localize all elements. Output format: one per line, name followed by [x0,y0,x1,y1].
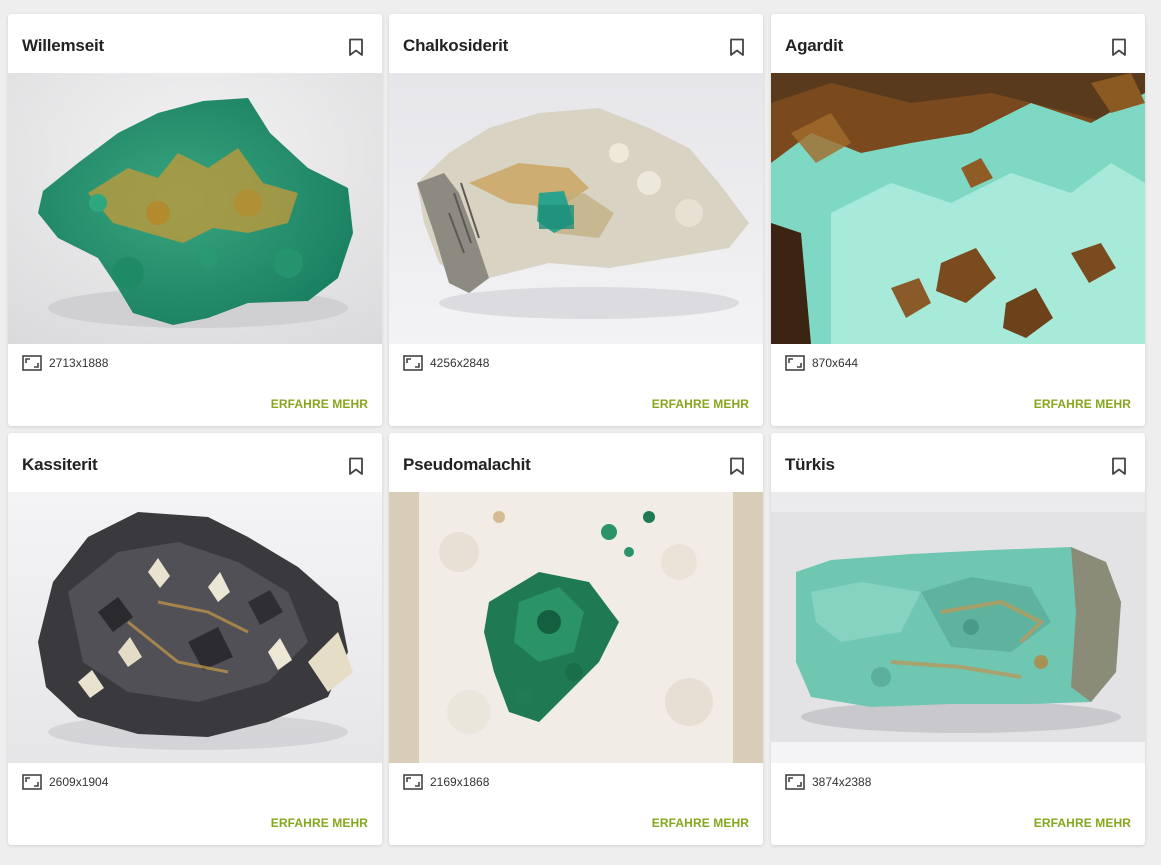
image-dimensions: 3874x2388 [785,773,871,791]
card-header: Agardit [771,14,1145,73]
mineral-card[interactable]: Kassiterit 2609x1904 ERFAHRE MEHR [8,433,382,845]
image-size-icon [785,355,805,371]
image-size-icon [22,774,42,790]
card-title: Willemseit [22,36,104,55]
image-dimensions: 2609x1904 [22,773,108,791]
mineral-card-grid: Willemseit 2713x1888 ERFAHRE MEHR Chalko… [0,0,1161,865]
image-dimensions: 2713x1888 [22,354,108,372]
mineral-image[interactable] [389,492,763,763]
mineral-photo [389,73,763,344]
card-title: Kassiterit [22,455,98,474]
image-size-icon [785,774,805,790]
image-dimensions: 870x644 [785,354,858,372]
mineral-image[interactable] [771,492,1145,763]
image-size-icon [403,355,423,371]
mineral-image[interactable] [771,73,1145,344]
mineral-photo [771,492,1145,763]
mineral-card[interactable]: Türkis 3874x2388 ERFAHRE MEHR [771,433,1145,845]
card-title: Agardit [785,36,844,55]
mineral-image[interactable] [389,73,763,344]
mineral-image[interactable] [8,492,382,763]
dimension-text: 4256x2848 [430,356,490,370]
learn-more-link[interactable]: ERFAHRE MEHR [1034,397,1131,411]
mineral-card[interactable]: Agardit 870x644 ERFAHRE MEHR [771,14,1145,426]
bookmark-icon[interactable] [729,457,745,476]
image-dimensions: 4256x2848 [403,354,489,372]
card-title: Türkis [785,455,835,474]
learn-more-link[interactable]: ERFAHRE MEHR [652,397,749,411]
mineral-image[interactable] [8,73,382,344]
card-header: Türkis [771,433,1145,492]
dimension-text: 2609x1904 [49,775,109,789]
card-title: Pseudomalachit [403,455,531,474]
bookmark-icon[interactable] [348,457,364,476]
mineral-photo [8,492,382,763]
mineral-card[interactable]: Willemseit 2713x1888 ERFAHRE MEHR [8,14,382,426]
bookmark-icon[interactable] [1111,457,1127,476]
card-header: Chalkosiderit [389,14,763,73]
learn-more-link[interactable]: ERFAHRE MEHR [271,397,368,411]
dimension-text: 2713x1888 [49,356,109,370]
bookmark-icon[interactable] [1111,38,1127,57]
image-size-icon [22,355,42,371]
card-title: Chalkosiderit [403,36,509,55]
bookmark-icon[interactable] [729,38,745,57]
learn-more-link[interactable]: ERFAHRE MEHR [271,816,368,830]
mineral-card[interactable]: Chalkosiderit 4256x2848 ERFAHRE MEHR [389,14,763,426]
image-dimensions: 2169x1868 [403,773,489,791]
mineral-card[interactable]: Pseudomalachit 2169x1868 ERFAHRE MEHR [389,433,763,845]
mineral-photo [771,73,1145,344]
mineral-photo [8,73,382,344]
dimension-text: 2169x1868 [430,775,490,789]
card-header: Pseudomalachit [389,433,763,492]
mineral-photo [389,492,763,763]
learn-more-link[interactable]: ERFAHRE MEHR [652,816,749,830]
dimension-text: 870x644 [812,356,859,370]
image-size-icon [403,774,423,790]
bookmark-icon[interactable] [348,38,364,57]
learn-more-link[interactable]: ERFAHRE MEHR [1034,816,1131,830]
card-header: Willemseit [8,14,382,73]
card-header: Kassiterit [8,433,382,492]
dimension-text: 3874x2388 [812,775,872,789]
